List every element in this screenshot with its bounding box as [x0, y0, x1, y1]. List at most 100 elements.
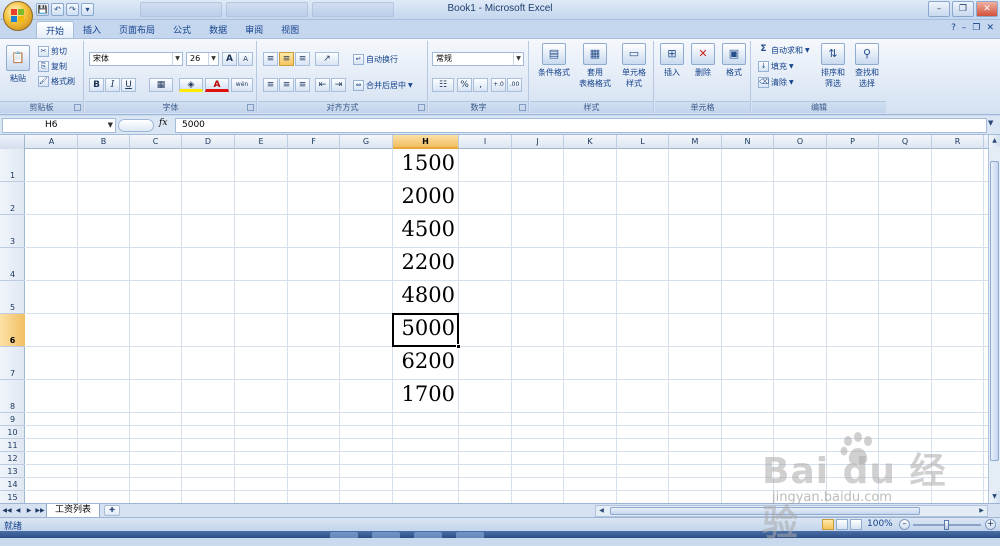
- taskbar-item[interactable]: [456, 532, 484, 538]
- zoom-level[interactable]: 100%: [867, 519, 893, 529]
- font-size-combo[interactable]: 26 ▼: [186, 52, 219, 66]
- column-header-n[interactable]: N: [722, 135, 774, 149]
- insert-cells-button[interactable]: ⊞ 插入: [657, 43, 687, 78]
- taskbar-item[interactable]: [330, 532, 358, 538]
- sort-filter-button[interactable]: ⇅ 排序和 筛选: [816, 43, 850, 89]
- row-header-9[interactable]: 9: [0, 413, 25, 426]
- cell-h4[interactable]: 2200: [393, 250, 459, 283]
- dialog-launcher-icon[interactable]: [519, 104, 526, 111]
- row-header-7[interactable]: 7: [0, 347, 25, 380]
- redo-icon[interactable]: ↷: [66, 3, 79, 16]
- insert-function-icon[interactable]: fx: [159, 118, 167, 128]
- italic-button[interactable]: I: [105, 78, 120, 92]
- cell-h7[interactable]: 6200: [393, 349, 459, 382]
- vertical-scroll-thumb[interactable]: [990, 161, 999, 461]
- cell-h1[interactable]: 1500: [393, 151, 459, 184]
- row-header-14[interactable]: 14: [0, 478, 25, 491]
- select-all-button[interactable]: [0, 135, 25, 149]
- zoom-in-button[interactable]: +: [985, 519, 996, 530]
- row-header-13[interactable]: 13: [0, 465, 25, 478]
- normal-view-icon[interactable]: [822, 519, 834, 530]
- paste-button[interactable]: 📋 粘贴: [4, 45, 32, 84]
- customize-qat-icon[interactable]: ▾: [81, 3, 94, 16]
- column-header-k[interactable]: K: [564, 135, 617, 149]
- cell-h5[interactable]: 4800: [393, 283, 459, 316]
- window-tab[interactable]: [226, 2, 308, 17]
- scroll-up-icon[interactable]: ▲: [989, 135, 1000, 147]
- dialog-launcher-icon[interactable]: [418, 104, 425, 111]
- dialog-launcher-icon[interactable]: [247, 104, 254, 111]
- cell-h2[interactable]: 2000: [393, 184, 459, 217]
- font-color-button[interactable]: A: [205, 78, 229, 92]
- cell-styles-button[interactable]: ▭ 单元格 样式: [616, 43, 652, 89]
- scroll-right-icon[interactable]: ▶: [976, 506, 987, 516]
- dialog-launcher-icon[interactable]: [74, 104, 81, 111]
- format-painter-button[interactable]: 🖌 格式刷: [38, 75, 75, 88]
- formula-input[interactable]: 5000: [175, 118, 987, 133]
- fill-color-button[interactable]: ◈: [179, 78, 203, 92]
- column-header-o[interactable]: O: [774, 135, 827, 149]
- last-sheet-icon[interactable]: ▶▶: [35, 505, 45, 516]
- format-as-table-button[interactable]: ▦ 套用 表格格式: [574, 43, 616, 89]
- horizontal-scrollbar[interactable]: ◀ ▶: [595, 505, 988, 517]
- decrease-decimal-button[interactable]: .00: [507, 78, 522, 92]
- vertical-scrollbar[interactable]: ▲ ▼: [988, 135, 1000, 503]
- font-name-combo[interactable]: 宋体 ▼: [89, 52, 183, 66]
- window-tab[interactable]: [312, 2, 394, 17]
- column-header-c[interactable]: C: [130, 135, 182, 149]
- number-format-combo[interactable]: 常规 ▼: [432, 52, 524, 66]
- bold-button[interactable]: B: [89, 78, 104, 92]
- worksheet-grid[interactable]: ABCDEFGHIJKLMNOPQR 1 2 3 4 5 6 7 8 9 10 11 12 13 14 15…: [0, 135, 988, 503]
- tab-insert[interactable]: 插入: [74, 21, 110, 38]
- tab-page-layout[interactable]: 页面布局: [110, 21, 164, 38]
- cut-button[interactable]: ✂ 剪切: [38, 45, 67, 58]
- row-header-3[interactable]: 3: [0, 215, 25, 248]
- tab-formulas[interactable]: 公式: [164, 21, 200, 38]
- align-bottom-button[interactable]: ≡: [295, 52, 310, 66]
- close-button[interactable]: ✕: [976, 1, 998, 17]
- currency-button[interactable]: ☷: [432, 78, 454, 92]
- increase-decimal-button[interactable]: +.0: [491, 78, 506, 92]
- merge-center-button[interactable]: ⇔ 合并后居中 ▼: [353, 79, 413, 92]
- cell-h3[interactable]: 4500: [393, 217, 459, 250]
- insert-sheet-icon[interactable]: ✚: [104, 505, 120, 516]
- restore-button[interactable]: ❐: [952, 1, 974, 17]
- column-header-e[interactable]: E: [235, 135, 288, 149]
- save-icon[interactable]: 💾: [36, 3, 49, 16]
- column-header-l[interactable]: L: [617, 135, 669, 149]
- next-sheet-icon[interactable]: ▶: [24, 505, 34, 516]
- column-header-q[interactable]: Q: [879, 135, 932, 149]
- formula-cancel-enter-controls[interactable]: [118, 119, 154, 132]
- taskbar-item[interactable]: [372, 532, 400, 538]
- column-header-b[interactable]: B: [78, 135, 130, 149]
- row-header-8[interactable]: 8: [0, 380, 25, 413]
- prev-sheet-icon[interactable]: ◀: [13, 505, 23, 516]
- page-break-view-icon[interactable]: [850, 519, 862, 530]
- autosum-button[interactable]: Σ 自动求和 ▼: [758, 44, 809, 57]
- cell-h8[interactable]: 1700: [393, 382, 459, 415]
- undo-icon[interactable]: ↶: [51, 3, 64, 16]
- tab-view[interactable]: 视图: [272, 21, 308, 38]
- comma-button[interactable]: ,: [473, 78, 488, 92]
- column-header-m[interactable]: M: [669, 135, 722, 149]
- minimize-button[interactable]: –: [928, 1, 950, 17]
- percent-button[interactable]: %: [457, 78, 472, 92]
- tab-home[interactable]: 开始: [36, 21, 75, 38]
- column-header-p[interactable]: P: [827, 135, 879, 149]
- wrap-text-button[interactable]: ↵ 自动换行: [353, 53, 398, 66]
- column-header-a[interactable]: A: [26, 135, 78, 149]
- grow-font-button[interactable]: A: [222, 52, 237, 66]
- conditional-formatting-button[interactable]: ▤ 条件格式: [534, 43, 574, 78]
- border-button[interactable]: ▦: [149, 78, 173, 92]
- column-header-j[interactable]: J: [512, 135, 564, 149]
- decrease-indent-button[interactable]: ⇤: [315, 78, 330, 92]
- delete-cells-button[interactable]: ✕ 删除: [688, 43, 718, 78]
- window-tab[interactable]: [140, 2, 222, 17]
- horizontal-scroll-thumb[interactable]: [610, 507, 920, 515]
- column-header-g[interactable]: G: [340, 135, 393, 149]
- row-header-2[interactable]: 2: [0, 182, 25, 215]
- workbook-minimize-icon[interactable]: –: [962, 23, 967, 33]
- row-header-1[interactable]: 1: [0, 149, 25, 182]
- fill-button[interactable]: ↓ 填充 ▼: [758, 60, 794, 73]
- office-button[interactable]: [3, 1, 33, 31]
